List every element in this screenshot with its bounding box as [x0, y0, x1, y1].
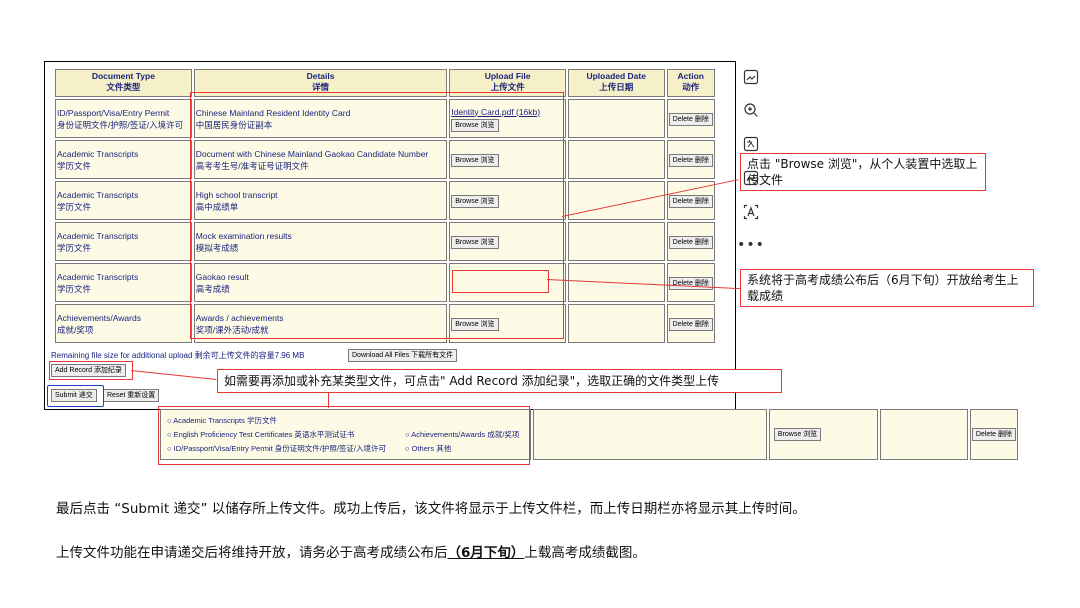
- delete-button[interactable]: Delete 删除: [668, 112, 713, 126]
- action-cell: Delete 删除: [666, 222, 715, 261]
- delete-button[interactable]: Delete 删除: [668, 153, 713, 167]
- details-highlight: [190, 92, 564, 339]
- add-record-callout: 如需要再添加或补充某类型文件，可点击" Add Record 添加纪录"，选取正…: [217, 369, 782, 393]
- header-uploaded-date: Uploaded Date 上传日期: [567, 69, 665, 97]
- deadline-highlight: （6月下旬）: [447, 545, 525, 561]
- date-cell: [880, 409, 968, 460]
- delete-button[interactable]: Delete 删除: [668, 317, 713, 331]
- date-cell: [567, 304, 665, 343]
- delete-button[interactable]: Delete 删除: [668, 194, 713, 208]
- gaokao-upload-highlight: [452, 270, 549, 293]
- download-all-button[interactable]: Download All Files 下载所有文件: [348, 349, 458, 362]
- image-edit-icon[interactable]: [740, 167, 762, 189]
- date-cell: [567, 99, 665, 138]
- gaokao-callout: 系统将于高考成绩公布后（6月下旬）开放给考生上载成绩: [740, 269, 1034, 307]
- zoom-in-icon[interactable]: [740, 99, 762, 121]
- action-cell: Delete 删除: [666, 181, 715, 220]
- action-cell: Delete 删除: [969, 409, 1018, 460]
- remaining-size-text: Remaining file size for additional uploa…: [51, 351, 305, 360]
- instruction-paragraph: 上传文件功能在申请递交后将维持开放，请务必于高考成绩公布后（6月下旬）上载高考成…: [56, 545, 646, 561]
- delete-button[interactable]: Delete 删除: [668, 235, 713, 249]
- type-cell: Achievements/Awards 成就/奖项: [55, 304, 192, 343]
- browse-button[interactable]: Browse 浏览: [773, 428, 822, 441]
- text-recognition-icon[interactable]: [740, 201, 762, 223]
- type-cell: ID/Passport/Visa/Entry Permit 身份证明文件/护照/签…: [55, 99, 192, 138]
- add-record-highlight: [49, 361, 133, 380]
- reset-button[interactable]: Reset 重新设置: [103, 389, 160, 402]
- date-cell: [567, 181, 665, 220]
- delete-button[interactable]: Delete 删除: [971, 428, 1016, 441]
- date-cell: [567, 222, 665, 261]
- action-cell: Delete 删除: [666, 140, 715, 179]
- type-cell: Academic Transcripts 学历文件: [55, 263, 192, 302]
- header-action: Action 动作: [666, 69, 715, 97]
- instruction-paragraph: 最后点击 “Submit 递交” 以储存所上传文件。成功上传后，该文件将显示于上…: [56, 501, 806, 517]
- type-cell: Academic Transcripts 学历文件: [55, 222, 192, 261]
- submit-highlight: [47, 385, 104, 407]
- image-edit-icon[interactable]: [740, 66, 762, 88]
- upload-cell: Browse 浏览: [768, 409, 879, 460]
- date-cell: [567, 140, 665, 179]
- browse-callout: 点击 "Browse 浏览"，从个人装置中选取上传文件: [740, 153, 986, 191]
- record-options-highlight: [158, 406, 530, 465]
- image-translate-icon[interactable]: [740, 133, 762, 155]
- type-cell: Academic Transcripts 学历文件: [55, 140, 192, 179]
- spacer-cell: [532, 409, 767, 460]
- header-document-type: Document Type 文件类型: [55, 69, 192, 97]
- action-cell: Delete 删除: [666, 263, 715, 302]
- action-cell: Delete 删除: [666, 99, 715, 138]
- more-icon[interactable]: •••: [737, 234, 764, 256]
- type-cell: Academic Transcripts 学历文件: [55, 181, 192, 220]
- action-cell: Delete 删除: [666, 304, 715, 343]
